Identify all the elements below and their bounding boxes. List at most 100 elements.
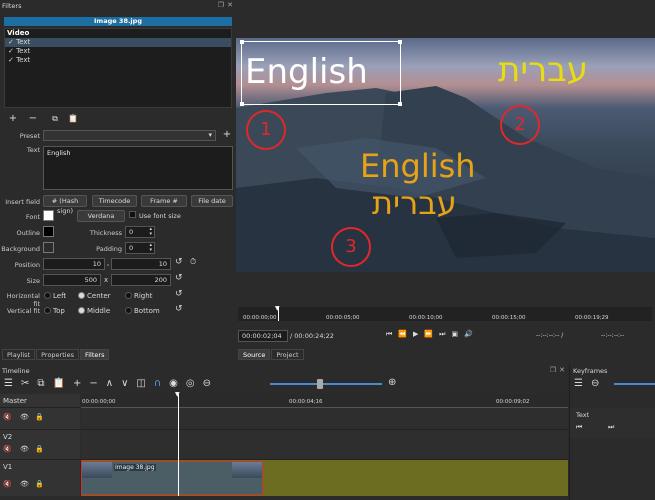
reset-size-icon[interactable]: ↺ xyxy=(175,273,183,283)
font-color-swatch[interactable] xyxy=(43,210,54,221)
reset-hfit-icon[interactable]: ↺ xyxy=(175,289,183,299)
tab-playlist[interactable]: Playlist xyxy=(2,349,36,360)
close-icon[interactable]: ✕ xyxy=(227,1,233,9)
tab-properties[interactable]: Properties xyxy=(36,349,79,360)
timeline-ruler[interactable]: 00:00:00;00 00:00:04;16 00:00:09;02 xyxy=(81,394,568,408)
playhead-marker-icon[interactable]: ▼ xyxy=(175,391,180,398)
float-icon[interactable]: ❐ xyxy=(550,366,556,374)
menu-icon[interactable]: ☰ xyxy=(4,377,13,391)
close-icon[interactable]: ✕ xyxy=(559,366,565,374)
selection-handle-icon[interactable] xyxy=(240,102,244,106)
track-v2[interactable] xyxy=(81,430,568,460)
background-color-swatch[interactable] xyxy=(43,242,54,253)
timeline-playhead[interactable] xyxy=(178,394,179,496)
track-header-v1[interactable]: V1 🔇 👁 🔒 xyxy=(0,460,80,496)
paste-icon[interactable]: 📋 xyxy=(53,377,65,391)
tab-source[interactable]: Source xyxy=(238,349,271,360)
float-icon[interactable]: ❐ xyxy=(218,1,224,9)
use-font-size-checkbox[interactable] xyxy=(129,211,136,218)
check-icon[interactable]: ✓ xyxy=(8,38,16,46)
filter-item-text-1[interactable]: ✓ Text xyxy=(5,38,231,47)
rewind-icon[interactable]: ⏪ xyxy=(398,330,407,339)
spin-arrows-icon[interactable]: ▴ ▾ xyxy=(149,227,152,237)
spin-arrows-icon[interactable]: ▴ ▾ xyxy=(149,243,152,253)
add-filter-button[interactable]: + xyxy=(6,112,20,126)
menu-icon[interactable]: ☰ xyxy=(574,377,583,391)
eye-icon[interactable]: 👁 xyxy=(20,445,29,453)
lock-icon[interactable]: 🔒 xyxy=(35,413,44,421)
keyframe-position-icon[interactable]: ⏱ xyxy=(190,257,196,267)
hfit-left-radio[interactable] xyxy=(44,292,51,299)
file-date-button[interactable]: File date xyxy=(191,195,233,207)
video-preview[interactable]: English עברית English עברית 1 2 3 xyxy=(236,38,655,272)
mute-icon[interactable]: 🔇 xyxy=(3,445,12,453)
lock-icon[interactable]: 🔒 xyxy=(35,445,44,453)
skip-previous-icon[interactable]: ⏮ xyxy=(386,330,392,339)
overwrite-icon[interactable]: ∨ xyxy=(121,377,128,391)
lift-icon[interactable]: ∧ xyxy=(106,377,113,391)
next-keyframe-icon[interactable]: ⏭ xyxy=(608,423,614,432)
zoom-slider-handle[interactable] xyxy=(317,379,323,389)
position-x-input[interactable]: 10 xyxy=(43,258,105,270)
zoom-icon[interactable]: ▣ xyxy=(451,330,458,339)
timeline-clip[interactable]: Image 38.jpg xyxy=(81,461,263,495)
size-width-input[interactable]: 500 xyxy=(43,274,101,286)
hfit-center-radio[interactable] xyxy=(78,292,85,299)
copy-icon[interactable]: ⧉ xyxy=(37,377,44,391)
reset-position-icon[interactable]: ↺ xyxy=(175,257,183,267)
copy-filter-button[interactable]: ⧉ xyxy=(48,112,62,126)
track-header-v2[interactable]: V2 🔇 👁 🔒 xyxy=(0,430,80,460)
volume-icon[interactable]: 🔊 xyxy=(464,330,473,339)
snap-icon[interactable]: ∩ xyxy=(154,377,161,391)
vfit-top-radio[interactable] xyxy=(44,307,51,314)
vfit-bottom-radio[interactable] xyxy=(125,307,132,314)
eye-icon[interactable]: 👁 xyxy=(20,480,29,488)
tab-project[interactable]: Project xyxy=(271,349,304,360)
eye-icon[interactable]: 👁 xyxy=(20,413,29,421)
thickness-spinbox[interactable]: 0 ▴ ▾ xyxy=(125,226,155,238)
text-input[interactable]: English xyxy=(43,146,233,190)
zoom-out-icon[interactable]: ⊖ xyxy=(591,377,599,391)
fast-forward-icon[interactable]: ⏩ xyxy=(424,330,433,339)
padding-spinbox[interactable]: 0 ▴ ▾ xyxy=(125,242,155,254)
selection-handle-icon[interactable] xyxy=(240,40,244,44)
mute-icon[interactable]: 🔇 xyxy=(3,480,12,488)
split-icon[interactable]: ◫ xyxy=(136,377,145,391)
remove-icon[interactable]: − xyxy=(89,377,97,391)
position-y-input[interactable]: 10 xyxy=(111,258,171,270)
add-preset-button[interactable]: + xyxy=(220,128,234,142)
check-icon[interactable]: ✓ xyxy=(8,56,16,64)
selection-handle-icon[interactable] xyxy=(398,40,402,44)
font-button[interactable]: Verdana xyxy=(77,210,125,222)
preview-ruler[interactable]: 00:00:00;00 00:00:05;00 00:00:10;00 00:0… xyxy=(238,305,652,321)
vfit-middle-radio[interactable] xyxy=(78,307,85,314)
size-height-input[interactable]: 200 xyxy=(111,274,171,286)
current-time-field[interactable]: 00:00:02;04 xyxy=(238,330,288,342)
remove-filter-button[interactable]: − xyxy=(26,112,40,126)
lock-icon[interactable]: 🔒 xyxy=(35,480,44,488)
paste-filter-button[interactable]: 📋 xyxy=(66,112,80,126)
cut-icon[interactable]: ✂ xyxy=(21,377,29,391)
timecode-button[interactable]: Timecode xyxy=(92,195,137,207)
hash-sign-button[interactable]: # (Hash sign) xyxy=(43,195,87,215)
hfit-right-radio[interactable] xyxy=(125,292,132,299)
preset-select[interactable]: ▾ xyxy=(43,130,216,141)
zoom-in-icon[interactable]: ⊕ xyxy=(388,377,396,388)
track-header-master[interactable]: Master xyxy=(0,394,80,408)
text-overlay-selection[interactable]: English xyxy=(240,40,402,106)
tab-filters[interactable]: Filters xyxy=(79,349,110,360)
keyframes-zoom-slider[interactable] xyxy=(614,383,655,385)
frame-number-button[interactable]: Frame # xyxy=(141,195,187,207)
outline-color-swatch[interactable] xyxy=(43,226,54,237)
filter-item-text-2[interactable]: ✓ Text xyxy=(5,47,231,56)
scrub-icon[interactable]: ◉ xyxy=(169,377,178,391)
reset-vfit-icon[interactable]: ↺ xyxy=(175,304,183,314)
zoom-out-icon[interactable]: ⊖ xyxy=(203,377,211,391)
ripple-icon[interactable]: ◎ xyxy=(186,377,195,391)
selection-handle-icon[interactable] xyxy=(398,102,402,106)
previous-keyframe-icon[interactable]: ⏮ xyxy=(576,423,582,432)
check-icon[interactable]: ✓ xyxy=(8,47,16,55)
mute-icon[interactable]: 🔇 xyxy=(3,413,12,421)
append-icon[interactable]: + xyxy=(73,377,81,391)
track-master[interactable] xyxy=(81,408,568,430)
